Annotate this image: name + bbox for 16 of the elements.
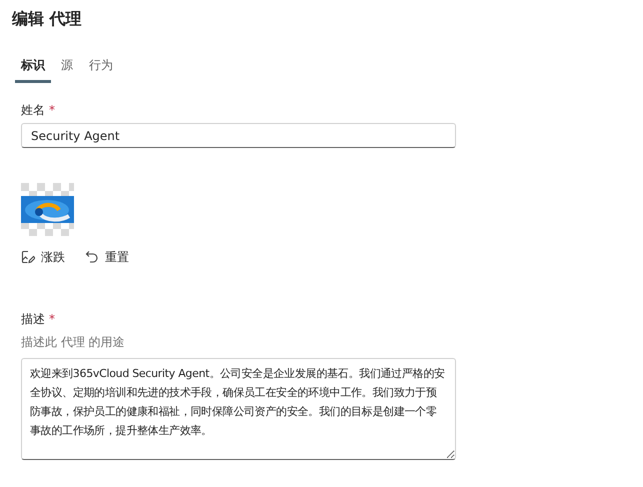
edit-image-icon bbox=[21, 250, 35, 264]
page-title: 编辑 代理 bbox=[12, 8, 83, 30]
agent-logo-icon bbox=[21, 183, 74, 236]
required-asterisk: * bbox=[49, 102, 55, 119]
tab[interactable]: 源 bbox=[55, 54, 79, 83]
reset-button[interactable]: 重置 bbox=[85, 248, 129, 266]
field-hint: 描述此 代理 的用途 bbox=[21, 334, 126, 351]
undo-icon bbox=[85, 250, 99, 264]
edit-image-button[interactable]: 涨跌 bbox=[21, 248, 65, 266]
field-label: 描述 bbox=[21, 311, 45, 328]
name-input[interactable]: Security Agent bbox=[21, 123, 456, 148]
tab[interactable]: 标识 bbox=[15, 54, 51, 83]
required-asterisk: * bbox=[49, 311, 55, 328]
field-label: 姓名 bbox=[21, 102, 45, 119]
tab[interactable]: 行为 bbox=[83, 54, 119, 83]
description-textarea[interactable]: 欢迎来到365vCloud Security Agent。公司安全是企业发展的基石。我们通过严格的安全协议、定期的培训和先进的技术手段，确保员工在安全的环境中工作。我们致力于预防事故，保护员工的健康和福祉，同时保障公司资产的安全。我们的目标是创建一个零事故的工作场所，提升整体生产效率。 bbox=[21, 358, 456, 460]
